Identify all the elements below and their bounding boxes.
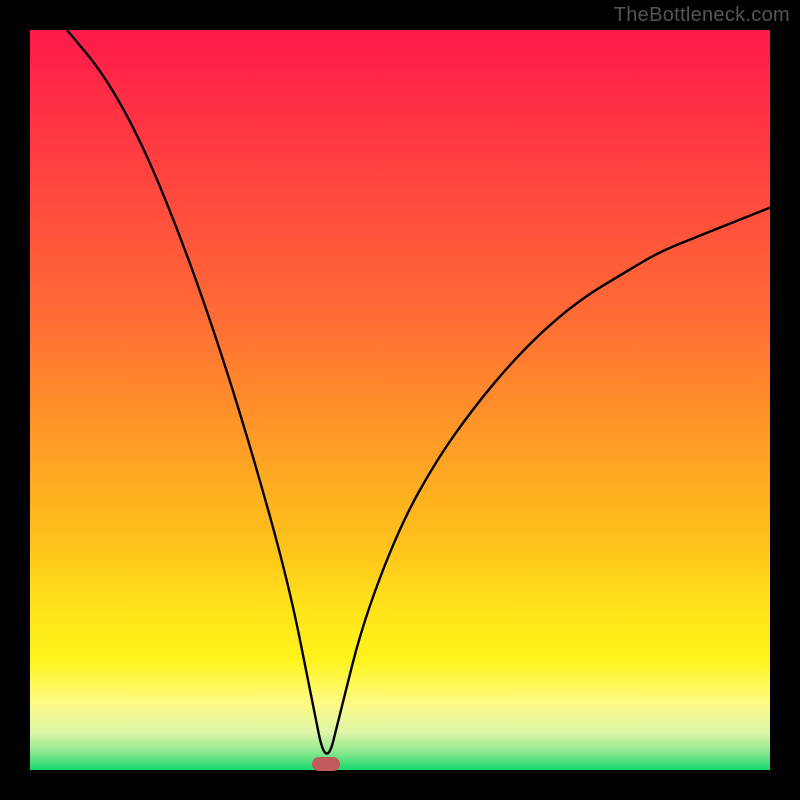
chart-frame: TheBottleneck.com — [0, 0, 800, 800]
minimum-marker — [312, 757, 340, 771]
bottleneck-curve — [30, 30, 770, 770]
watermark-text: TheBottleneck.com — [614, 4, 790, 27]
chart-plot-area — [30, 30, 770, 770]
